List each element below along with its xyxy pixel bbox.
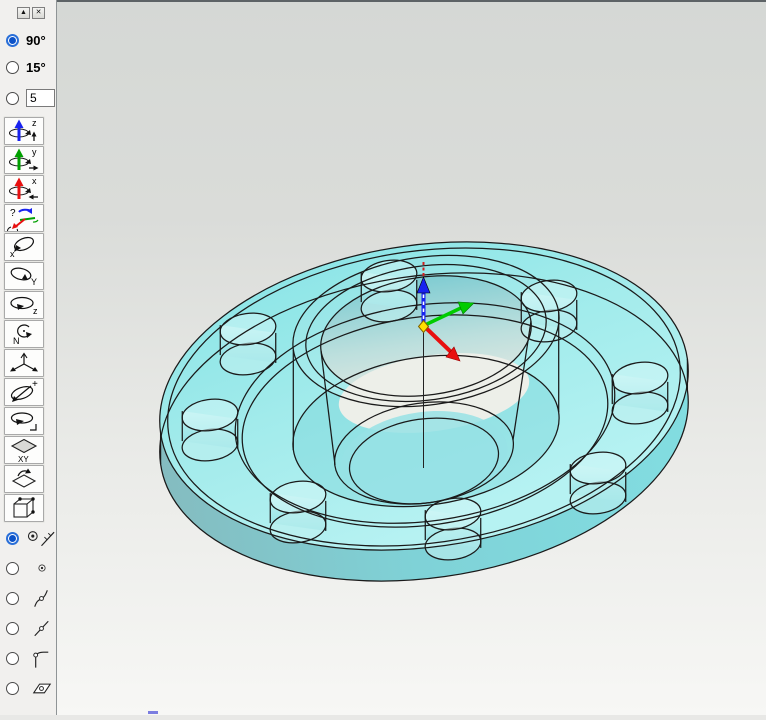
axis-mode-point[interactable] [6, 553, 56, 583]
viewport-3d[interactable] [57, 0, 766, 715]
n-label: N [13, 336, 20, 346]
radio-curve[interactable] [6, 592, 19, 605]
edge-corner-icon [27, 647, 56, 669]
question-label: ? [10, 208, 16, 219]
plane-xy-button[interactable]: XY [4, 436, 44, 464]
axis-mode-line[interactable] [6, 613, 56, 643]
rotate-y-button[interactable]: y [4, 146, 44, 174]
plane-view-button[interactable] [4, 465, 44, 493]
rotate-button-column: z y x [0, 117, 56, 522]
radio-edge[interactable] [6, 652, 19, 665]
panel-header: ▲ ✕ [0, 0, 56, 22]
axes-triad-button[interactable] [4, 349, 44, 377]
rotate-z-button[interactable]: z [4, 117, 44, 145]
point-icon [35, 557, 56, 579]
radio-90[interactable] [6, 34, 19, 47]
point-line-icon [27, 527, 56, 549]
angle-option-90[interactable]: 90° [6, 31, 56, 49]
radio-line[interactable] [6, 622, 19, 635]
svg-text:+: + [32, 379, 38, 390]
radio-custom[interactable] [6, 92, 19, 105]
plane-icon [27, 677, 56, 699]
curve-icon [27, 587, 56, 609]
axis-mode-plane[interactable] [6, 673, 56, 703]
angle-option-custom[interactable] [6, 89, 56, 107]
sz-label: z [33, 306, 38, 316]
axis-mode-point-line[interactable] [6, 523, 56, 553]
angle-option-15[interactable]: 15° [6, 58, 56, 76]
spin-screen-x-button[interactable]: x [4, 233, 44, 261]
spin-screen-y-button[interactable]: Y [4, 262, 44, 290]
rotate-x-button[interactable]: x [4, 175, 44, 203]
rotate-any-axis-button[interactable]: ? [4, 204, 44, 232]
collapse-icon[interactable]: ▲ [17, 7, 30, 19]
axis-mode-edge[interactable] [6, 643, 56, 673]
xy-label: XY [18, 455, 29, 463]
z-label: z [32, 118, 37, 128]
axis-mode-curve[interactable] [6, 583, 56, 613]
spin-screen-z-button[interactable]: z [4, 291, 44, 319]
caret-mark [148, 711, 158, 714]
x-label: x [32, 176, 37, 186]
sy-label: Y [31, 277, 37, 287]
angle-90-label: 90° [26, 33, 46, 48]
radio-15[interactable] [6, 61, 19, 74]
spin-normal-button[interactable]: N [4, 320, 44, 348]
y-label: y [32, 147, 37, 157]
custom-angle-input[interactable] [26, 89, 55, 107]
flange-model[interactable] [57, 2, 766, 715]
radio-point[interactable] [6, 562, 19, 575]
spin-plane-button[interactable] [4, 407, 44, 435]
radio-plane[interactable] [6, 682, 19, 695]
rotate-tool-panel: ▲ ✕ 90° 15° z [0, 0, 57, 715]
sx-label: x [10, 249, 15, 259]
rotate-free-button[interactable]: + [4, 378, 44, 406]
line-icon [27, 617, 56, 639]
angle-15-label: 15° [26, 60, 46, 75]
radio-point-line[interactable] [6, 532, 19, 545]
cube-view-button[interactable] [4, 494, 44, 522]
close-icon[interactable]: ✕ [32, 7, 45, 19]
